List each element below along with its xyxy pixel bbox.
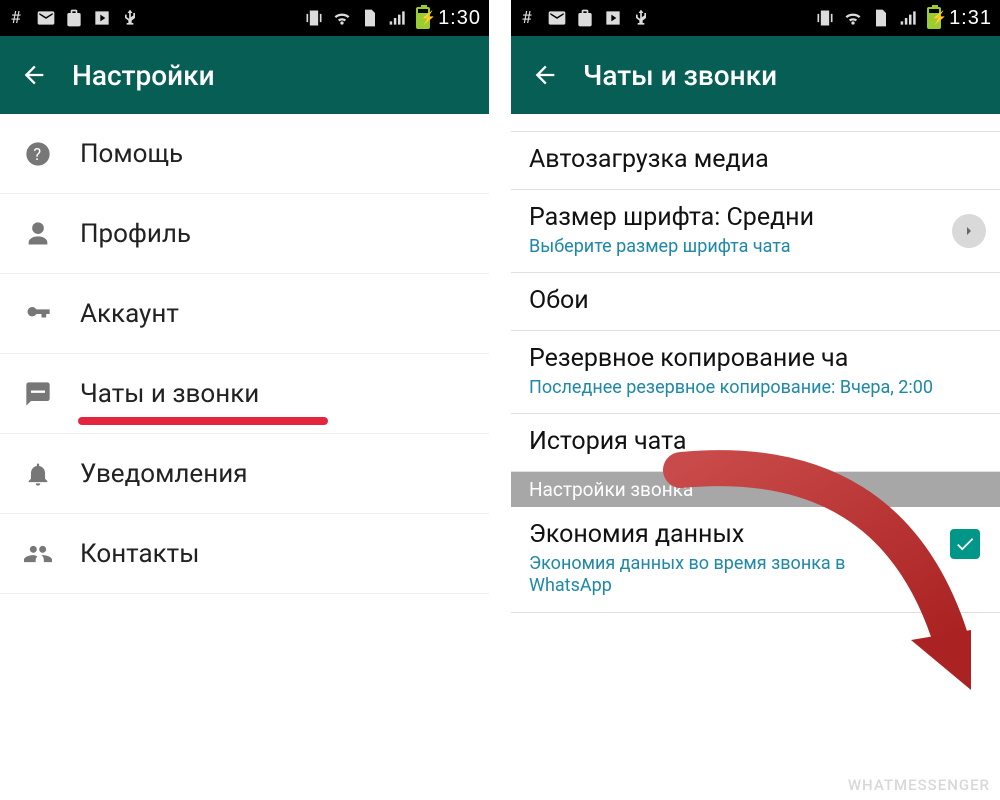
item-label: Контакты bbox=[80, 539, 199, 569]
people-icon bbox=[20, 540, 56, 568]
checkbox-checked-icon[interactable] bbox=[950, 529, 980, 559]
phone-right: # ⚡ 1:31 Чаты и звонки bbox=[511, 0, 1000, 800]
vibrate-icon bbox=[304, 8, 324, 28]
item-label: Профиль bbox=[80, 219, 191, 249]
play-icon bbox=[92, 8, 112, 28]
status-time: 1:30 bbox=[438, 7, 481, 30]
item-label: Аккаунт bbox=[80, 299, 179, 329]
hash-icon: # bbox=[519, 8, 539, 28]
key-icon bbox=[20, 300, 56, 328]
sim-icon bbox=[360, 8, 380, 28]
chevron-right-icon bbox=[952, 214, 986, 248]
settings-item-chats-calls[interactable]: Чаты и звонки bbox=[0, 354, 489, 434]
app-bar: Чаты и звонки bbox=[511, 36, 1000, 114]
signal-icon bbox=[388, 8, 408, 28]
back-button[interactable] bbox=[531, 61, 559, 89]
setting-title: История чата bbox=[529, 426, 982, 457]
status-bar: # ⚡ 1:31 bbox=[511, 0, 1000, 36]
store-icon bbox=[64, 8, 84, 28]
settings-item-account[interactable]: Аккаунт bbox=[0, 274, 489, 354]
store-icon bbox=[575, 8, 595, 28]
settings-item-notifications[interactable]: Уведомления bbox=[0, 434, 489, 514]
svg-text:#: # bbox=[522, 9, 533, 28]
signal-icon bbox=[899, 8, 919, 28]
back-button[interactable] bbox=[20, 61, 48, 89]
bell-icon bbox=[20, 460, 56, 488]
setting-title: Резервное копирование ча bbox=[529, 343, 982, 374]
settings-list: ? Помощь Профиль Аккаунт Чаты и звонки У… bbox=[0, 114, 489, 594]
svg-text:#: # bbox=[11, 9, 22, 28]
setting-title: Размер шрифта: Средни bbox=[529, 202, 982, 233]
battery-icon: ⚡ bbox=[927, 7, 941, 29]
settings-item-contacts[interactable]: Контакты bbox=[0, 514, 489, 594]
section-header-call-settings: Настройки звонка bbox=[511, 472, 1000, 507]
setting-subtitle: Экономия данных во время звонка в WhatsA… bbox=[529, 553, 909, 598]
mail-icon bbox=[547, 8, 567, 28]
app-bar: Настройки bbox=[0, 36, 489, 114]
setting-autodownload[interactable]: Автозагрузка медиа bbox=[511, 132, 1000, 190]
watermark: WHATMESSENGER bbox=[848, 776, 990, 794]
setting-subtitle: Последнее резервное копирование: Вчера, … bbox=[529, 377, 982, 400]
setting-subtitle: Выберите размер шрифта чата bbox=[529, 236, 982, 259]
help-icon: ? bbox=[20, 140, 56, 168]
item-label: Уведомления bbox=[80, 459, 248, 489]
play-icon bbox=[603, 8, 623, 28]
mail-icon bbox=[36, 8, 56, 28]
appbar-title: Настройки bbox=[72, 59, 215, 92]
usb-icon bbox=[631, 8, 651, 28]
appbar-title: Чаты и звонки bbox=[583, 59, 777, 92]
setting-title: Экономия данных bbox=[529, 519, 982, 550]
item-label: Помощь bbox=[80, 139, 183, 169]
vibrate-icon bbox=[815, 8, 835, 28]
setting-wallpaper[interactable]: Обои bbox=[511, 273, 1000, 331]
truncated-text bbox=[511, 114, 1000, 132]
item-label: Чаты и звонки bbox=[80, 379, 259, 409]
status-time: 1:31 bbox=[949, 7, 992, 30]
wifi-icon bbox=[843, 8, 863, 28]
status-bar: # ⚡ 1:30 bbox=[0, 0, 489, 36]
battery-icon: ⚡ bbox=[416, 7, 430, 29]
hash-icon: # bbox=[8, 8, 28, 28]
setting-title: Обои bbox=[529, 285, 982, 316]
usb-icon bbox=[120, 8, 140, 28]
setting-data-saver[interactable]: Экономия данных Экономия данных во время… bbox=[511, 507, 1000, 612]
svg-text:?: ? bbox=[33, 144, 41, 163]
settings-item-profile[interactable]: Профиль bbox=[0, 194, 489, 274]
person-icon bbox=[20, 220, 56, 248]
phone-left: # ⚡ 1:30 Настройки ? bbox=[0, 0, 489, 800]
setting-chat-history[interactable]: История чата bbox=[511, 414, 1000, 472]
setting-title: Автозагрузка медиа bbox=[529, 144, 982, 175]
sim-icon bbox=[871, 8, 891, 28]
settings-item-help[interactable]: ? Помощь bbox=[0, 114, 489, 194]
chat-icon bbox=[20, 380, 56, 408]
chat-settings-list: Автозагрузка медиа Размер шрифта: Средни… bbox=[511, 114, 1000, 613]
setting-backup[interactable]: Резервное копирование ча Последнее резер… bbox=[511, 331, 1000, 414]
annotation-underline bbox=[78, 417, 328, 425]
wifi-icon bbox=[332, 8, 352, 28]
setting-font-size[interactable]: Размер шрифта: Средни Выберите размер шр… bbox=[511, 190, 1000, 273]
